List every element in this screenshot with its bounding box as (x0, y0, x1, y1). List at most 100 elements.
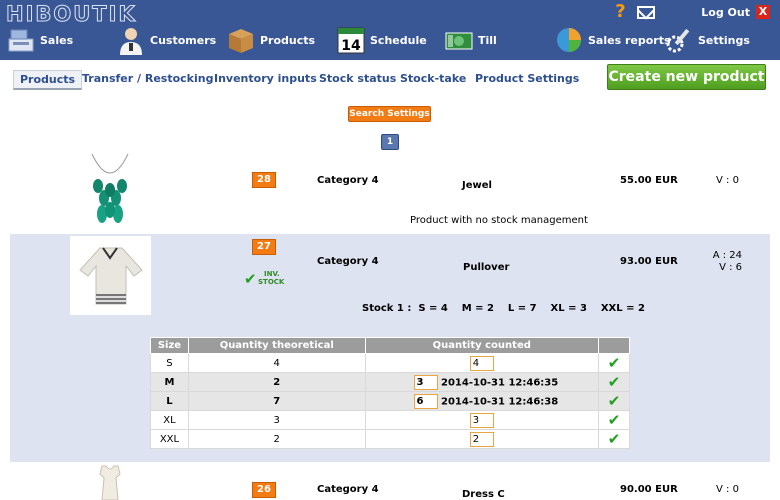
product-category: Category 4 (317, 484, 379, 495)
tab-stock-status[interactable]: Stock status (313, 70, 402, 87)
product-name: Dress C (462, 489, 505, 500)
quantity-counted-input[interactable]: 3 (469, 412, 494, 428)
theoretical-cell: 2 (187, 372, 366, 392)
close-icon[interactable]: X (756, 5, 770, 19)
counted-cell: 3 (364, 410, 600, 430)
counted-cell: 2 (364, 429, 600, 449)
nav-customers-label: Customers (150, 33, 217, 47)
inv-label: INV. (264, 270, 280, 278)
col-quantity-counted: Quantity counted (364, 337, 600, 354)
create-new-product-button[interactable]: Create new product (607, 64, 766, 90)
product-stock-v: V : 0 (716, 175, 739, 186)
nav-sales-reports-label: Sales reports (588, 33, 671, 47)
register-icon (6, 25, 36, 55)
nav-settings-label: Settings (698, 33, 750, 47)
size-cell: XXL (150, 429, 189, 449)
product-id-badge[interactable]: 26 (252, 482, 276, 498)
counted-cell: 4 (364, 353, 600, 373)
product-name: Jewel (462, 180, 492, 191)
product-stock-v: V : 0 (716, 484, 739, 495)
product-price: 55.00 EUR (620, 175, 678, 186)
search-settings-button[interactable]: Search Settings (348, 106, 431, 122)
size-cell: XL (150, 410, 189, 430)
svg-text:14: 14 (341, 38, 361, 54)
quantity-counted-input[interactable]: 3 (413, 374, 438, 390)
validate-check-icon[interactable]: ✔ (608, 354, 621, 372)
tab-inventory-inputs[interactable]: Inventory inputs (208, 70, 323, 87)
counted-cell: 6 2014-10-31 12:46:38 (364, 391, 600, 411)
inventory-stock-badge[interactable]: ✔ INV. STOCK (244, 270, 284, 288)
nav-customers[interactable]: Customers (116, 22, 216, 58)
validate-check-icon[interactable]: ✔ (608, 392, 621, 410)
nav-till[interactable]: Till (444, 22, 497, 58)
size-cell: M (150, 372, 189, 392)
theoretical-cell: 7 (187, 391, 366, 411)
product-name: Pullover (463, 262, 510, 273)
validate-check-icon[interactable]: ✔ (608, 411, 621, 429)
table-row: L 7 6 2014-10-31 12:46:38 ✔ (150, 391, 630, 411)
logout-link[interactable]: Log Out (701, 6, 750, 19)
quantity-counted-input[interactable]: 4 (469, 355, 494, 371)
counted-cell: 3 2014-10-31 12:46:35 (364, 372, 600, 392)
tab-products[interactable]: Products (13, 70, 83, 90)
calendar-icon: 14 (336, 25, 366, 55)
product-note: Product with no stock management (410, 215, 588, 226)
product-price: 93.00 EUR (620, 256, 678, 267)
validate-check-icon[interactable]: ✔ (608, 373, 621, 391)
product-image-pullover (70, 236, 151, 315)
banknote-icon (444, 25, 474, 55)
nav-till-label: Till (478, 33, 497, 47)
nav-sales-label: Sales (40, 33, 74, 47)
product-row: 26 Category 4 Dress C 90.00 EUR V : 0 (10, 464, 770, 500)
nav-sales-reports[interactable]: Sales reports (554, 22, 671, 58)
top-header: HIBOUTIK Sales Customers Products 14 Sch… (0, 0, 780, 60)
product-row-selected: 27 ✔ INV. STOCK Category 4 Pullover 93.0… (10, 234, 770, 462)
stock-v: V : 6 (719, 262, 742, 273)
col-size: Size (150, 337, 189, 354)
table-row: S 4 4 ✔ (150, 353, 630, 373)
validate-cell: ✔ (598, 353, 630, 373)
mail-icon[interactable] (637, 5, 656, 19)
validate-cell: ✔ (598, 410, 630, 430)
tab-stock-take[interactable]: Stock-take (394, 70, 472, 87)
theoretical-cell: 3 (187, 410, 366, 430)
tab-product-settings[interactable]: Product Settings (469, 70, 585, 87)
stock-by-size: Stock 1 : S = 4 M = 2 L = 7 XL = 3 XXL =… (362, 303, 645, 314)
validate-check-icon[interactable]: ✔ (608, 430, 621, 448)
product-id-badge[interactable]: 27 (252, 239, 276, 255)
product-price: 90.00 EUR (620, 484, 678, 495)
quantity-counted-input[interactable]: 2 (469, 431, 494, 447)
product-category: Category 4 (317, 175, 379, 186)
col-quantity-theoretical: Quantity theoretical (187, 337, 366, 354)
table-row: XL 3 3 ✔ (150, 410, 630, 430)
counted-timestamp: 2014-10-31 12:46:38 (441, 396, 559, 407)
stock-take-table: Size Quantity theoretical Quantity count… (150, 337, 630, 449)
nav-schedule[interactable]: 14 Schedule (336, 22, 427, 58)
validate-cell: ✔ (598, 391, 630, 411)
tab-transfer-restocking[interactable]: Transfer / Restocking (76, 70, 219, 87)
nav-sales[interactable]: Sales (6, 22, 73, 58)
theoretical-cell: 4 (187, 353, 366, 373)
product-image-necklace (80, 152, 140, 230)
header-utilities: ? Log Out X (615, 3, 780, 21)
product-stock-summary: A : 24 V : 6 (712, 250, 742, 274)
nav-products[interactable]: Products (226, 22, 315, 58)
counted-timestamp: 2014-10-31 12:46:35 (441, 377, 559, 388)
nav-schedule-label: Schedule (370, 33, 427, 47)
pagination-page-button[interactable]: 1 (381, 134, 399, 150)
col-validate (598, 337, 630, 354)
product-id-badge[interactable]: 28 (252, 172, 276, 188)
pie-chart-icon (554, 25, 584, 55)
quantity-counted-input[interactable]: 6 (413, 393, 438, 409)
person-icon (116, 25, 146, 55)
size-cell: S (150, 353, 189, 373)
theoretical-cell: 2 (187, 429, 366, 449)
table-row: M 2 3 2014-10-31 12:46:35 ✔ (150, 372, 630, 392)
nav-settings[interactable]: Settings (664, 22, 750, 58)
wrench-gear-icon (664, 25, 694, 55)
validate-cell: ✔ (598, 429, 630, 449)
box-icon (226, 25, 256, 55)
product-row: 28 Category 4 Jewel 55.00 EUR V : 0 Prod… (10, 150, 770, 232)
validate-cell: ✔ (598, 372, 630, 392)
help-icon[interactable]: ? (615, 3, 631, 21)
